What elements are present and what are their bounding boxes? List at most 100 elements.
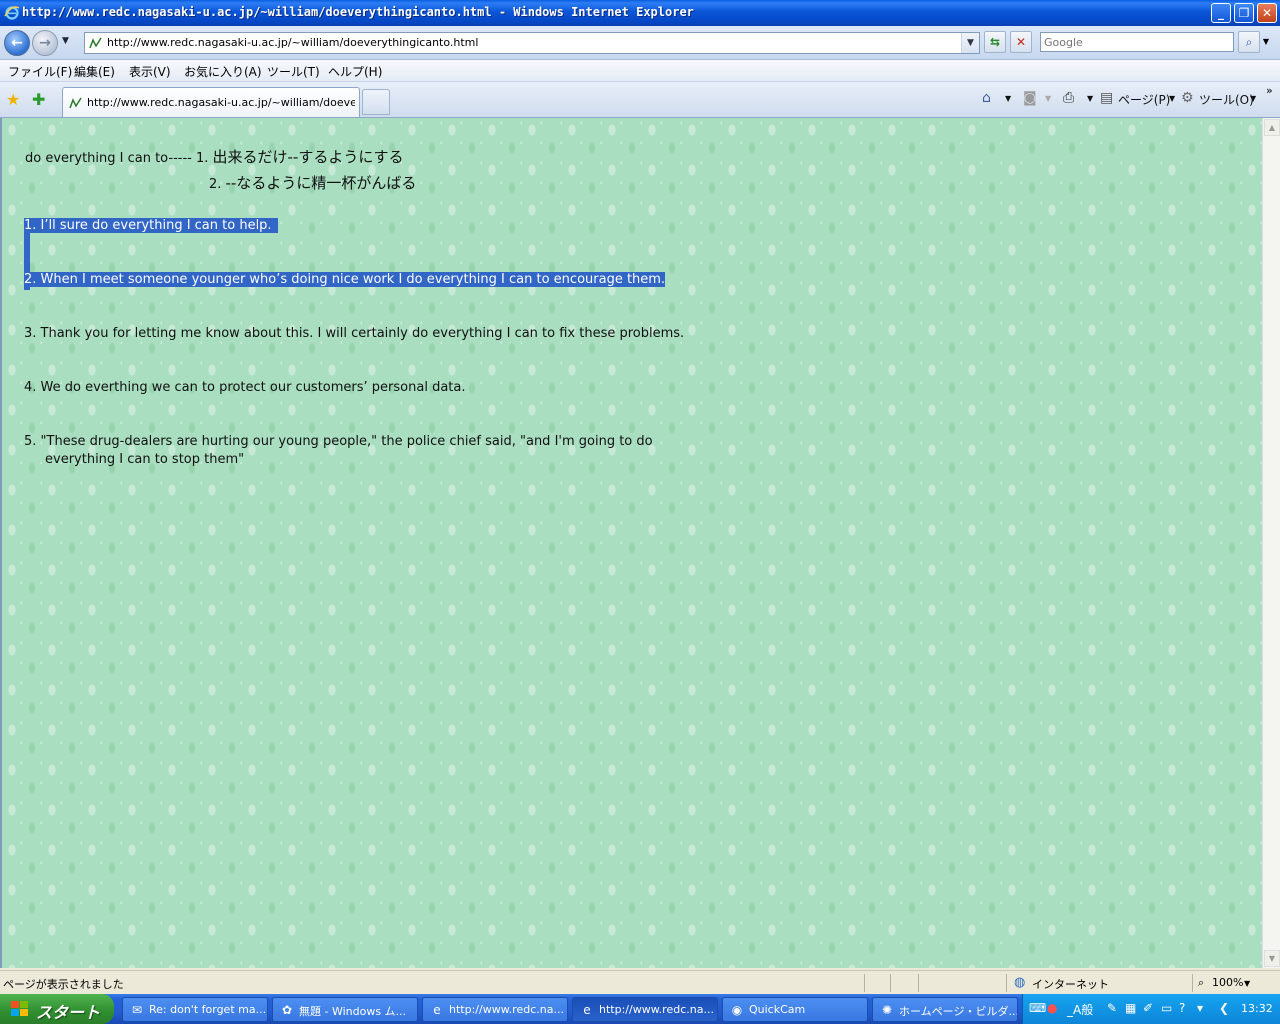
close-button[interactable]: ✕ — [1257, 3, 1277, 23]
taskbar-item-movie-maker[interactable]: ✿ 無題 - Windows ム... — [272, 997, 418, 1022]
print-dropdown-icon[interactable]: ▼ — [1087, 94, 1093, 103]
ie-taskbar-icon: e — [433, 1003, 441, 1017]
search-button[interactable]: ⌕ — [1238, 31, 1260, 53]
definition-line-2: 2. --なるように精一杯がんばる — [209, 172, 416, 193]
ime-tool-icon[interactable]: ✎ — [1107, 1001, 1117, 1015]
new-tab-button[interactable] — [362, 89, 390, 115]
refresh-icon: ⇆ — [989, 35, 1001, 49]
example-5-line-1: 5. "These drug-dealers are hurting our y… — [24, 434, 653, 449]
example-5-line-2: everything I can to stop them" — [45, 452, 245, 467]
tools-menu-dropdown-icon[interactable]: ▼ — [1250, 94, 1256, 103]
taskbar-item-label: Re: don't forget ma... — [149, 1003, 267, 1016]
ime-help-icon[interactable]: ? — [1179, 1001, 1185, 1015]
title-bar[interactable]: http://www.redc.nagasaki-u.ac.jp/~willia… — [0, 0, 1280, 26]
status-bar: ページが表示されました ◍ インターネット ⌕ 100% ▼ — [0, 970, 1280, 994]
status-divider — [1006, 974, 1007, 992]
history-dropdown-icon[interactable]: ▼ — [62, 36, 69, 46]
taskbar-item-mail[interactable]: ✉ Re: don't forget ma... — [122, 997, 268, 1022]
menu-file[interactable]: ファイル(F) — [8, 63, 72, 80]
taskbar-item-homepage-builder[interactable]: ✺ ホームページ・ビルダ... — [872, 997, 1018, 1022]
tools-menu[interactable]: ツール(O) — [1199, 91, 1254, 108]
page-favicon-icon — [89, 37, 102, 49]
address-bar[interactable]: http://www.redc.nagasaki-u.ac.jp/~willia… — [84, 32, 980, 54]
ime-options-icon[interactable]: ▾ — [1197, 1001, 1203, 1015]
menu-tools[interactable]: ツール(T) — [267, 63, 320, 80]
taskbar-item-label: ホームページ・ビルダ... — [899, 1005, 1018, 1018]
status-divider — [890, 974, 891, 992]
keyboard-icon[interactable]: ⌨ — [1029, 1001, 1046, 1015]
restore-button[interactable]: ❐ — [1234, 3, 1254, 23]
taskbar-item-label: http://www.redc.na... — [599, 1003, 714, 1016]
search-box[interactable] — [1040, 32, 1234, 52]
window-title: http://www.redc.nagasaki-u.ac.jp/~willia… — [22, 5, 694, 19]
ime-pen-icon[interactable]: ✐ — [1143, 1001, 1153, 1015]
zoom-icon[interactable]: ⌕ — [1198, 976, 1204, 990]
page-menu-dropdown-icon[interactable]: ▼ — [1169, 94, 1175, 103]
definition-head: do everything I can to----- 1. — [25, 151, 213, 166]
home-icon[interactable]: ⌂ — [982, 90, 991, 106]
webcam-icon: ◉ — [731, 1003, 743, 1017]
chevron-more-icon[interactable]: » — [1266, 84, 1273, 97]
antivirus-icon[interactable]: ● — [1047, 1001, 1057, 1015]
forward-button[interactable]: → — [32, 30, 58, 56]
taskbar-item-ie-2[interactable]: e http://www.redc.na... — [572, 997, 718, 1022]
security-zone-label: インターネット — [1032, 978, 1109, 991]
windows-flag-icon — [11, 1001, 28, 1016]
start-button[interactable]: スタート — [0, 994, 114, 1024]
minimize-button[interactable]: _ — [1211, 3, 1231, 23]
taskbar-item-quickcam[interactable]: ◉ QuickCam — [722, 997, 868, 1022]
example-3: 3. Thank you for letting me know about t… — [24, 326, 685, 341]
status-divider — [1192, 974, 1193, 992]
show-hidden-icons-icon[interactable]: ❮ — [1219, 1001, 1229, 1015]
scroll-down-arrow-icon[interactable]: ▼ — [1264, 950, 1280, 967]
feeds-dropdown-icon[interactable]: ▼ — [1045, 94, 1051, 103]
zoom-level[interactable]: 100% — [1212, 976, 1243, 989]
back-button[interactable]: ← — [4, 30, 30, 56]
ime-dictionary-icon[interactable]: ▦ — [1125, 1001, 1136, 1015]
menu-favorites[interactable]: お気に入り(A) — [184, 63, 262, 80]
print-icon[interactable]: ⎙ — [1063, 90, 1074, 106]
status-message: ページが表示されました — [3, 978, 124, 991]
start-label: スタート — [36, 1003, 101, 1022]
address-url[interactable]: http://www.redc.nagasaki-u.ac.jp/~willia… — [107, 36, 478, 49]
zoom-dropdown-icon[interactable]: ▼ — [1244, 979, 1250, 988]
ime-pad-icon[interactable]: ▭ — [1161, 1001, 1172, 1015]
tab-active[interactable]: http://www.redc.nagasaki-u.ac.jp/~willia… — [62, 87, 360, 117]
feeds-icon[interactable]: ◙ — [1023, 90, 1037, 106]
example-1: 1. I’ll sure do everything I can to help… — [24, 218, 278, 233]
page-menu[interactable]: ページ(P) — [1118, 91, 1170, 108]
search-input[interactable] — [1041, 33, 1233, 51]
stop-icon: ✕ — [1015, 35, 1027, 49]
address-dropdown-icon[interactable]: ▼ — [961, 33, 979, 53]
search-options-dropdown-icon[interactable]: ▼ — [1260, 31, 1272, 53]
ime-mode-indicator[interactable]: _A般 — [1067, 1001, 1093, 1018]
forward-arrow-icon: → — [39, 35, 51, 51]
page-menu-icon: ▤ — [1100, 90, 1114, 106]
tab-title: http://www.redc.nagasaki-u.ac.jp/~willia… — [87, 96, 355, 109]
menu-view[interactable]: 表示(V) — [129, 63, 171, 80]
home-dropdown-icon[interactable]: ▼ — [1005, 94, 1011, 103]
refresh-button[interactable]: ⇆ — [984, 31, 1006, 53]
stop-button[interactable]: ✕ — [1010, 31, 1032, 53]
taskbar-item-label: QuickCam — [749, 1003, 806, 1016]
movie-maker-icon: ✿ — [281, 1003, 293, 1017]
definition-2-number: 2. — [209, 177, 226, 192]
scroll-up-arrow-icon[interactable]: ▲ — [1264, 119, 1280, 136]
menu-edit[interactable]: 編集(E) — [74, 63, 115, 80]
ie-logo-icon — [4, 6, 20, 20]
example-4: 4. We do everthing we can to protect our… — [24, 380, 466, 395]
add-favorite-icon[interactable]: ✚ — [32, 90, 45, 109]
taskbar-item-ie-1[interactable]: e http://www.redc.na... — [422, 997, 568, 1022]
definition-2: --なるように精一杯がんばる — [225, 174, 417, 192]
favorites-center-star-icon[interactable]: ★ — [6, 90, 20, 109]
taskbar: スタート ✉ Re: don't forget ma... ✿ 無題 - Win… — [0, 994, 1280, 1024]
status-divider — [864, 974, 865, 992]
status-divider — [918, 974, 919, 992]
back-arrow-icon: ← — [11, 35, 23, 51]
ie-taskbar-icon: e — [583, 1003, 591, 1017]
vertical-scrollbar[interactable]: ▲ ▼ — [1262, 118, 1280, 968]
menu-bar: ファイル(F) 編集(E) 表示(V) お気に入り(A) ツール(T) ヘルプ(… — [0, 60, 1280, 82]
menu-help[interactable]: ヘルプ(H) — [328, 63, 382, 80]
page-content — [0, 118, 1262, 968]
mail-icon: ✉ — [131, 1003, 143, 1017]
